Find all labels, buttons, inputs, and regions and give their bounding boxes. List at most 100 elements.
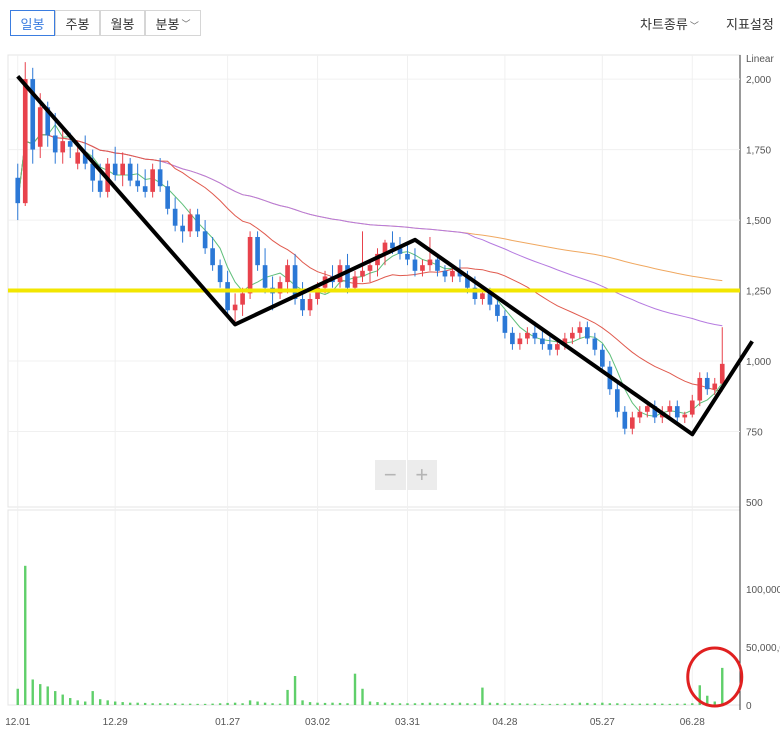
volume-bar bbox=[91, 691, 94, 705]
candle-body bbox=[502, 315, 508, 333]
candle-body bbox=[577, 327, 583, 333]
volume-bar bbox=[683, 703, 686, 705]
candle-body bbox=[360, 270, 365, 277]
volume-bar bbox=[211, 703, 214, 705]
volume-bar bbox=[256, 701, 259, 705]
candle-body bbox=[22, 79, 28, 204]
volume-bar bbox=[676, 703, 679, 705]
volume-bar bbox=[541, 703, 544, 705]
volume-bar bbox=[421, 702, 424, 705]
x-tick-label: 06.28 bbox=[680, 717, 705, 728]
x-tick-label: 03.02 bbox=[305, 717, 330, 728]
volume-bar bbox=[181, 703, 184, 705]
zoom-in-button[interactable]: + bbox=[405, 460, 438, 490]
price-tick-label: 500 bbox=[746, 498, 763, 509]
volume-bar bbox=[638, 703, 642, 705]
volume-bar bbox=[316, 702, 319, 705]
zoom-controls: − + bbox=[375, 460, 437, 490]
candle-body bbox=[307, 299, 313, 311]
candle-body bbox=[255, 236, 260, 266]
volume-bar bbox=[106, 700, 109, 705]
candle-body bbox=[202, 231, 208, 249]
volume-bar bbox=[173, 703, 177, 705]
candle-body bbox=[480, 293, 485, 300]
volume-bar bbox=[458, 702, 462, 705]
candle-body bbox=[262, 265, 268, 288]
volume-bar bbox=[721, 667, 724, 705]
candle-body bbox=[689, 400, 695, 415]
price-tick-label: 1,750 bbox=[746, 146, 771, 157]
candle-body bbox=[510, 332, 515, 345]
candle-body bbox=[180, 225, 185, 232]
candle-body bbox=[390, 242, 395, 249]
volume-bar bbox=[593, 703, 597, 705]
volume-bar bbox=[398, 703, 402, 705]
stock-chart: 12.01 12.29 01.27 03.02 03.31 04.28 05.27 06.28… bbox=[5, 54, 780, 728]
candle-body bbox=[157, 169, 163, 187]
x-tick-label: 12.29 bbox=[103, 717, 128, 728]
volume-bar bbox=[203, 703, 207, 705]
volume-tick-label: 100,000 bbox=[746, 585, 780, 596]
volume-bar bbox=[511, 703, 514, 705]
volume-bar bbox=[451, 702, 454, 705]
volume-bar bbox=[481, 687, 484, 705]
volume-bar bbox=[368, 701, 372, 705]
candle-body bbox=[600, 349, 605, 367]
candle-body bbox=[629, 417, 635, 429]
volume-bar bbox=[196, 703, 199, 705]
x-tick-label: 03.31 bbox=[395, 717, 420, 728]
volume-bar bbox=[691, 703, 694, 705]
candle-body bbox=[532, 332, 538, 339]
candle-body bbox=[450, 270, 455, 277]
candle-body bbox=[555, 344, 560, 350]
volume-bar bbox=[76, 700, 79, 705]
candle-body bbox=[704, 377, 710, 390]
volume-bar bbox=[293, 676, 297, 705]
volume-bar bbox=[39, 684, 42, 705]
zoom-out-button[interactable]: − bbox=[375, 460, 406, 490]
volume-bar bbox=[668, 703, 671, 705]
candle-body bbox=[719, 363, 725, 384]
volume-bar bbox=[526, 703, 529, 705]
candle-body bbox=[210, 248, 215, 266]
candle-body bbox=[615, 389, 620, 412]
candle-body bbox=[412, 259, 418, 271]
volume-bar bbox=[323, 702, 327, 705]
volume-bar bbox=[286, 689, 289, 705]
candle-body bbox=[405, 253, 410, 260]
volume-bar bbox=[143, 702, 147, 705]
volume-bar bbox=[563, 703, 567, 705]
x-tick-label: 04.28 bbox=[492, 717, 517, 728]
candle-body bbox=[142, 186, 148, 192]
price-tick-label: 1,250 bbox=[746, 287, 771, 298]
volume-bar bbox=[121, 702, 124, 705]
candle-body bbox=[187, 214, 193, 232]
volume-bar bbox=[503, 703, 507, 705]
candle-body bbox=[427, 259, 433, 266]
candle-body bbox=[517, 338, 523, 345]
candle-body bbox=[60, 141, 66, 153]
candle-body bbox=[525, 332, 530, 339]
candle-body bbox=[622, 411, 628, 429]
volume-bar bbox=[31, 679, 34, 705]
volume-bar bbox=[308, 702, 312, 705]
volume-bar bbox=[301, 700, 304, 705]
volume-bar bbox=[488, 702, 492, 705]
price-tick-label: 1,500 bbox=[746, 216, 771, 227]
candle-body bbox=[225, 282, 230, 311]
candle-body bbox=[195, 214, 200, 232]
volume-bar bbox=[331, 702, 334, 705]
x-tick-label: 01.27 bbox=[215, 717, 240, 728]
volume-bar bbox=[233, 702, 237, 705]
price-tick-label: 750 bbox=[746, 428, 763, 439]
volume-bar bbox=[128, 702, 132, 705]
candle-body bbox=[712, 383, 718, 390]
volume-bar bbox=[631, 703, 634, 705]
price-tick-label: 1,000 bbox=[746, 357, 771, 368]
volume-bar bbox=[586, 702, 589, 705]
candle-body bbox=[240, 293, 245, 305]
volume-bar bbox=[533, 703, 537, 705]
candle-body bbox=[345, 265, 350, 288]
volume-bar bbox=[54, 691, 57, 705]
volume-bar bbox=[713, 701, 716, 705]
